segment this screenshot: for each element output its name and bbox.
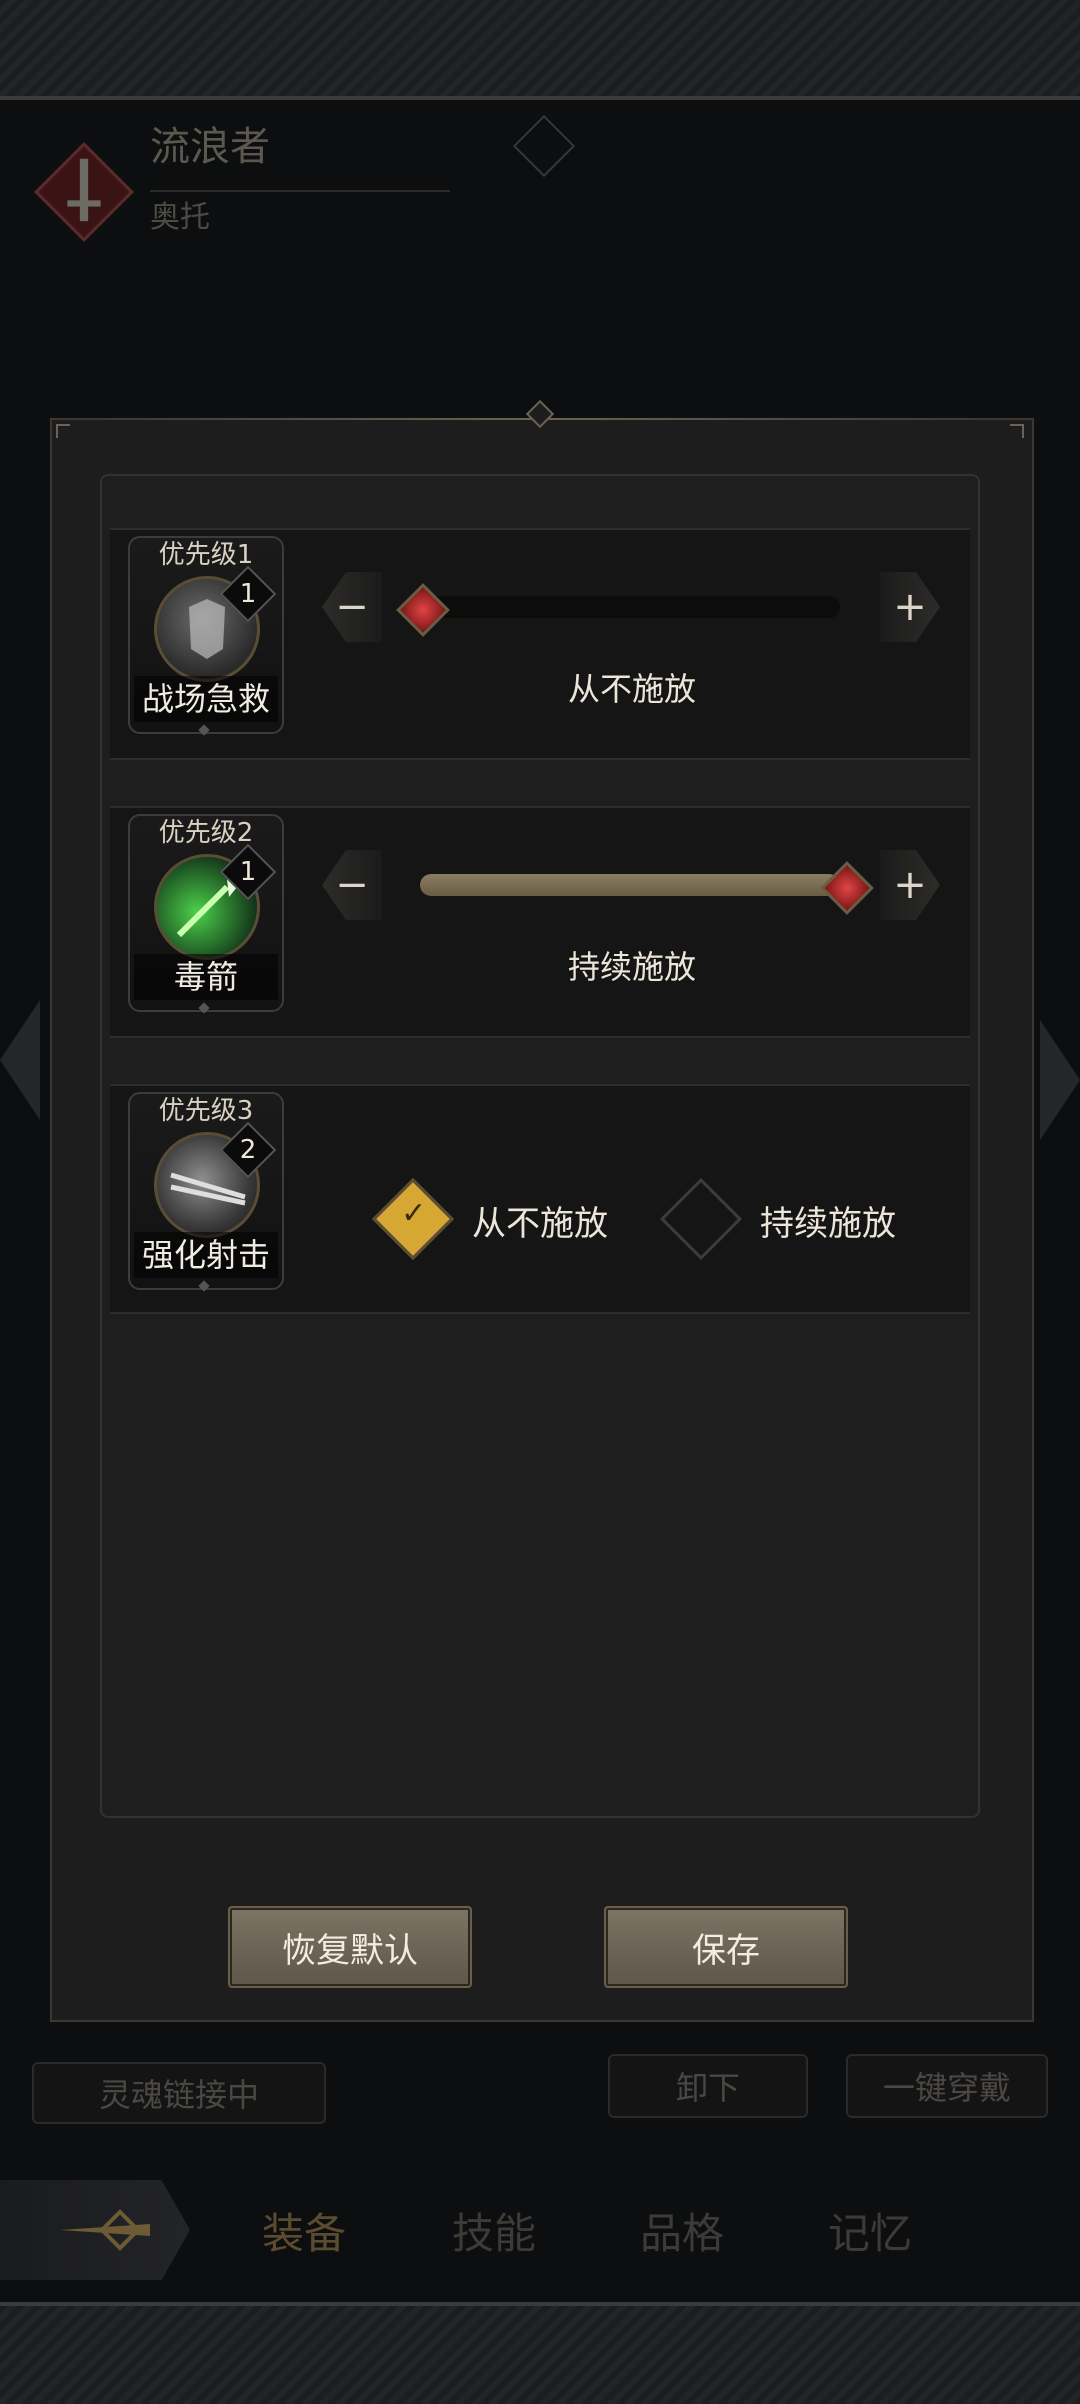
reset-default-button[interactable]: 恢复默认 <box>228 1906 472 1988</box>
never-cast-label[interactable]: 从不施放 <box>472 1196 608 1245</box>
bottom-frame <box>0 2302 1080 2404</box>
class-emblem-icon <box>33 141 135 243</box>
priority-label: 优先级1 <box>158 540 254 570</box>
priority-label: 优先级3 <box>158 1096 254 1126</box>
soul-link-button: 灵魂链接中 <box>32 2062 326 2124</box>
tab-skills: 技能 <box>452 2209 537 2258</box>
back-arrow-icon <box>60 2209 150 2251</box>
left-arrow-icon <box>0 1000 40 1120</box>
corner-ornament <box>1010 424 1024 438</box>
tab-traits: 品格 <box>640 2209 725 2258</box>
diamond-ornament-icon <box>512 114 576 178</box>
skill-level: 1 <box>239 579 257 609</box>
top-frame <box>0 0 1080 100</box>
back-button <box>0 2180 190 2280</box>
cast-slider[interactable] <box>420 874 840 896</box>
skill-name: 强化射击 <box>134 1232 278 1278</box>
save-button[interactable]: 保存 <box>604 1906 848 1988</box>
right-arrow-icon <box>1040 1020 1080 1140</box>
cast-mode-label: 从不施放 <box>567 670 696 708</box>
skill-slot-2[interactable]: 优先级2 1 毒箭 <box>128 814 284 1014</box>
minus-icon: − <box>335 584 369 630</box>
skill-slot-1[interactable]: 优先级1 1 战场急救 <box>128 536 284 736</box>
tab-equipment: 装备 <box>262 2209 347 2258</box>
priority-label: 优先级2 <box>158 818 254 848</box>
skill-name: 战场急救 <box>134 676 278 722</box>
equip-all-button: 一键穿戴 <box>846 2054 1048 2118</box>
character-class: 流浪者 <box>150 124 270 170</box>
minus-icon: − <box>335 862 369 908</box>
checkmark-icon: ✓ <box>401 1195 427 1231</box>
always-cast-label[interactable]: 持续施放 <box>760 1196 896 1245</box>
plus-icon: + <box>893 862 927 908</box>
slider-fill <box>420 874 840 896</box>
skill-level: 2 <box>239 1135 257 1165</box>
unequip-button: 卸下 <box>608 2054 808 2118</box>
corner-ornament <box>56 424 70 438</box>
character-name: 奥托 <box>150 200 210 235</box>
skill-slot-3[interactable]: 优先级3 2 强化射击 <box>128 1092 284 1292</box>
plus-icon: + <box>893 584 927 630</box>
cast-mode-label: 持续施放 <box>567 948 696 986</box>
cast-slider[interactable] <box>420 596 840 618</box>
skill-level: 1 <box>239 857 257 887</box>
skill-name: 毒箭 <box>134 954 278 1000</box>
tab-memory: 记忆 <box>828 2209 913 2258</box>
